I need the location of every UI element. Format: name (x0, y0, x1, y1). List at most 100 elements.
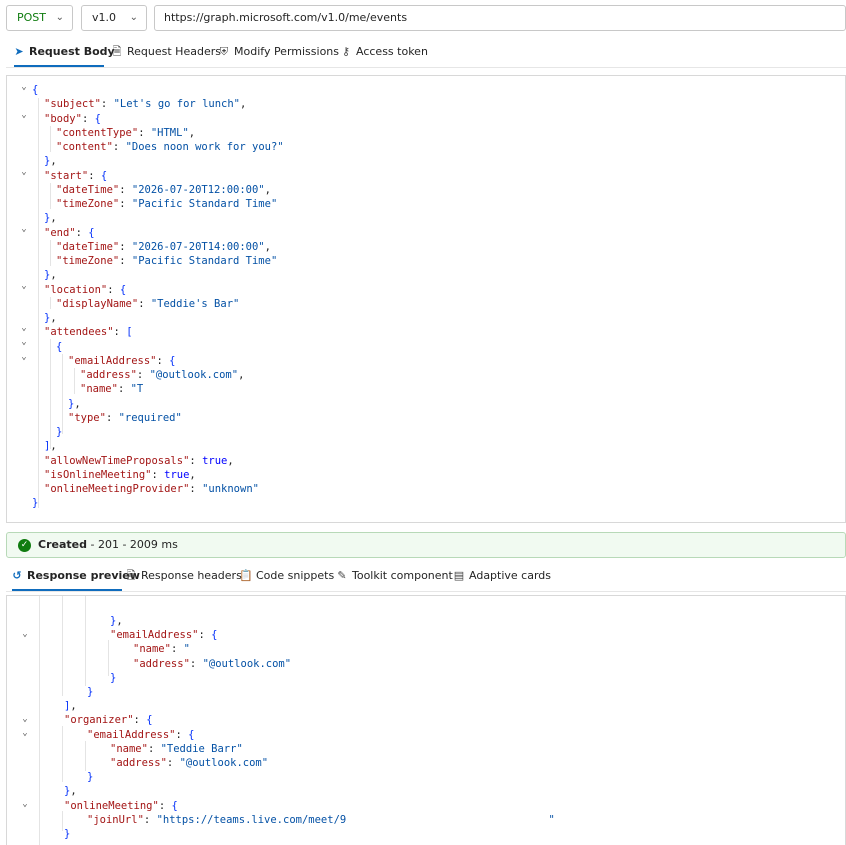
request-url-value: https://graph.microsoft.com/v1.0/me/even… (164, 11, 408, 24)
tab-response-preview[interactable]: ↺ Response preview (10, 563, 140, 591)
fold-chevron-icon[interactable]: ⌄ (18, 167, 30, 177)
divider (6, 67, 846, 68)
code-line: "end": { (44, 226, 95, 239)
tab-toolkit-component[interactable]: ✎ Toolkit component (335, 563, 453, 591)
code-line: } (87, 686, 94, 698)
divider (6, 591, 846, 592)
code-line: "emailAddress": { (110, 629, 218, 642)
tab-adaptive-cards[interactable]: ▤ Adaptive cards (452, 563, 551, 591)
request-url-input[interactable]: https://graph.microsoft.com/v1.0/me/even… (154, 5, 846, 31)
tab-label: Response headers (141, 569, 242, 582)
code-line: } (56, 426, 63, 438)
code-line: "joinUrl": "https://teams.live.com/meet/… (87, 813, 555, 826)
code-line: }, (110, 615, 123, 627)
indent-guide (108, 640, 109, 676)
tab-label: Access token (356, 45, 428, 58)
fold-chevron-icon[interactable]: ⌄ (19, 714, 31, 724)
indent-guide (38, 98, 39, 508)
code-line: "onlineMeeting": { (64, 799, 178, 812)
code-line: "timeZone": "Pacific Standard Time" (56, 255, 278, 267)
tab-label: Request Body (29, 45, 115, 58)
tab-label: Request Headers (127, 45, 221, 58)
code-line: "name": "T (80, 383, 144, 396)
http-method-dropdown[interactable]: POST ⌄ (6, 5, 73, 31)
code-line: "onlineMeetingProvider": "unknown" (44, 483, 259, 495)
code-line: "address": "@outlook.com", (80, 369, 245, 381)
code-line: "allowNewTimeProposals": true, (44, 454, 234, 467)
code-line: "emailAddress": { (87, 728, 195, 741)
indent-guide (50, 297, 51, 309)
code-line: ], (44, 440, 57, 453)
response-tabs: ↺ Response preview 🗎 Response headers 📋 Cod… (6, 563, 846, 591)
key-icon: ⚷ (341, 45, 351, 58)
indent-guide (85, 596, 86, 686)
fold-chevron-icon[interactable]: ⌄ (18, 82, 30, 92)
code-line: "isOnlineMeeting": true, (44, 468, 196, 481)
tab-label: Code snippets (256, 569, 335, 582)
fold-chevron-icon[interactable]: ⌄ (18, 337, 30, 347)
card-icon: ▤ (453, 569, 465, 582)
code-line: } (64, 828, 71, 840)
chevron-down-icon: ⌄ (55, 12, 64, 23)
code-line: { (32, 84, 39, 96)
code-icon: 📋 (239, 569, 253, 582)
tab-code-snippets[interactable]: 📋 Code snippets (239, 563, 334, 591)
response-preview-editor[interactable]: ⌄ ⌄ ⌄ ⌄ }, "emailAddress": {"name": " "add… (6, 595, 846, 845)
tab-label: Adaptive cards (469, 569, 552, 582)
code-line: "timeZone": "Pacific Standard Time" (56, 198, 278, 210)
indent-guide (50, 183, 51, 209)
code-line: }, (64, 785, 77, 798)
chevron-down-icon: ⌄ (129, 12, 138, 23)
indent-guide (50, 339, 51, 449)
api-version-dropdown[interactable]: v1.0 ⌄ (81, 5, 147, 31)
code-line: } (87, 771, 94, 784)
code-line: }, (44, 312, 57, 324)
code-line: "dateTime": "2026-07-20T12:00:00", (56, 183, 271, 196)
code-line: "body": { (44, 112, 101, 125)
indent-guide (39, 596, 40, 845)
fold-chevron-icon[interactable]: ⌄ (19, 728, 31, 738)
api-version-value: v1.0 (92, 11, 117, 24)
code-line: "contentType": "HTML", (56, 126, 196, 139)
send-icon: ➤ (14, 45, 24, 58)
code-line: "location": { (44, 283, 127, 296)
code-line: }, (68, 397, 81, 410)
toolkit-icon: ✎ (337, 569, 347, 582)
request-toolbar: POST ⌄ v1.0 ⌄ https://graph.microsoft.co… (6, 5, 846, 31)
code-line: "content": "Does noon work for you?" (56, 141, 284, 153)
indent-guide (50, 126, 51, 152)
code-line: { (56, 340, 63, 353)
fold-chevron-icon[interactable]: ⌄ (18, 110, 30, 120)
tab-request-headers[interactable]: 🗎 Request Headers (110, 39, 221, 67)
indent-guide (74, 368, 75, 394)
tab-access-token[interactable]: ⚷ Access token (339, 39, 428, 67)
request-body-editor[interactable]: ⌄ ⌄ ⌄ ⌄ ⌄ ⌄ ⌄ ⌄ { "subject": "Let's go fo… (6, 75, 846, 523)
code-line: "name": " (133, 643, 190, 656)
code-line: }, (44, 155, 57, 168)
document-icon: 🗎 (112, 45, 122, 58)
tab-modify-permissions[interactable]: ⛨ Modify Permissions (217, 39, 339, 67)
fold-chevron-icon[interactable]: ⌄ (19, 799, 31, 809)
fold-chevron-icon[interactable]: ⌄ (18, 323, 30, 333)
status-detail: - 201 - 2009 ms (86, 538, 178, 551)
tab-label: Toolkit component (352, 569, 453, 582)
code-line: "dateTime": "2026-07-20T14:00:00", (56, 240, 271, 253)
code-line: ], (64, 700, 77, 713)
code-line: "displayName": "Teddie's Bar" (56, 297, 240, 310)
tab-request-body[interactable]: ➤ Request Body (12, 39, 115, 67)
status-label: Created (38, 538, 87, 551)
code-line: "address": "@outlook.com" (110, 757, 269, 769)
fold-chevron-icon[interactable]: ⌄ (19, 629, 31, 639)
code-line: }, (44, 269, 57, 282)
fold-chevron-icon[interactable]: ⌄ (18, 281, 30, 291)
tab-label: Modify Permissions (234, 45, 340, 58)
tab-response-headers[interactable]: 🗎 Response headers (124, 563, 242, 591)
fold-chevron-icon[interactable]: ⌄ (18, 352, 30, 362)
headers-icon: 🗎 (126, 569, 136, 582)
checkmark-icon: ✓ (18, 539, 31, 552)
fold-chevron-icon[interactable]: ⌄ (18, 224, 30, 234)
code-line: } (110, 671, 117, 684)
response-status-bar: ✓ Created - 201 - 2009 ms (6, 532, 846, 558)
code-line: }, (44, 212, 57, 225)
code-line: "subject": "Let's go for lunch", (44, 98, 247, 111)
